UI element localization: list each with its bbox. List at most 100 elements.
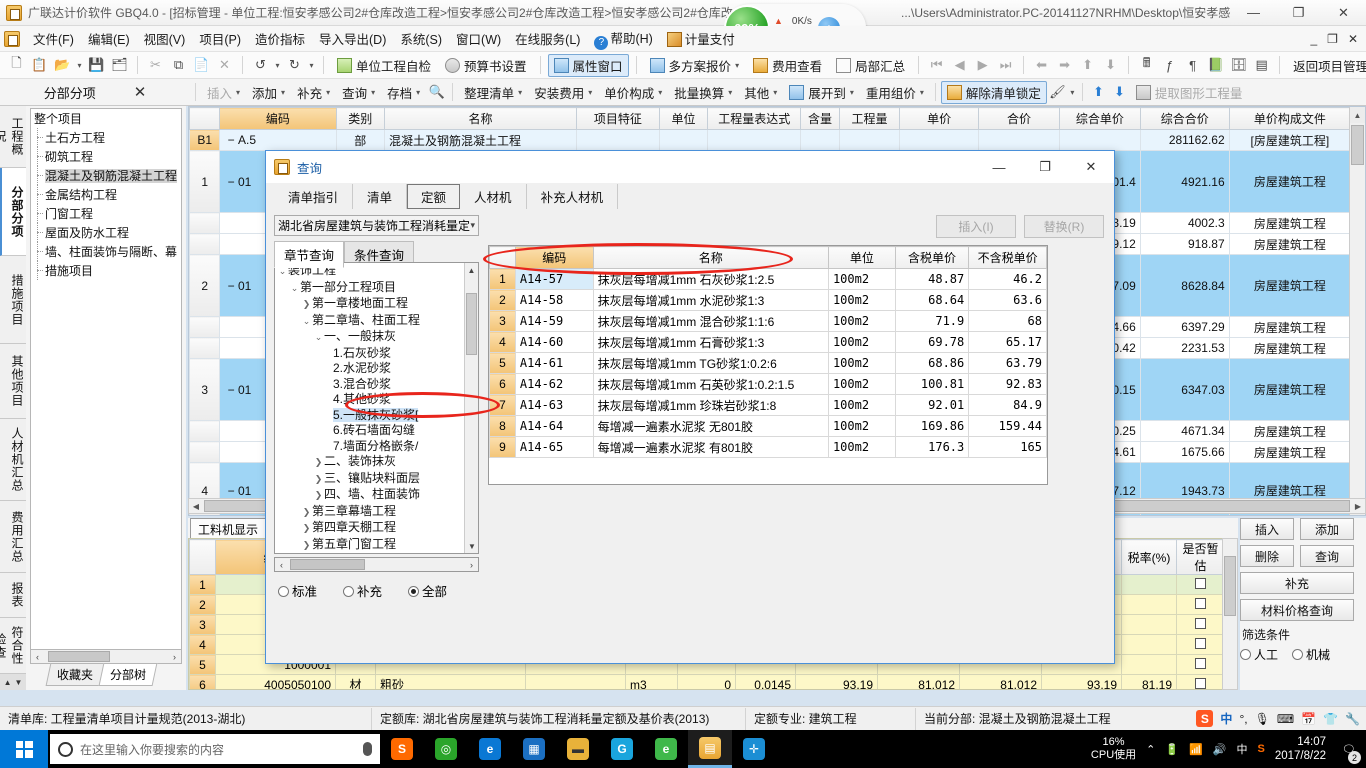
lcell-rate[interactable]	[1121, 634, 1177, 655]
new-project-icon[interactable]: 📋	[29, 55, 50, 76]
qcell-name[interactable]: 抹灰层每增减1mm 水泥砂浆1:3	[592, 289, 829, 311]
move-down-icon[interactable]: ⬇	[1100, 55, 1121, 76]
qcell-unit[interactable]: 100m2	[827, 268, 896, 290]
expand-to-button[interactable]: 展开到 ▾	[783, 81, 860, 104]
cell-comp-total[interactable]: 281162.62	[1139, 129, 1230, 151]
cell-comp-total[interactable]: 918.87	[1139, 233, 1230, 255]
lcell-p2[interactable]: 81.012	[959, 674, 1042, 689]
taskbar-app-plus[interactable]: ✛	[732, 730, 776, 768]
reuse-pricing-button[interactable]: 重用组价 ▾	[860, 81, 930, 104]
sogou-ime-icon[interactable]: S	[1196, 710, 1214, 727]
qcell-unit[interactable]: 100m2	[827, 352, 896, 374]
dialog-maximize-button[interactable]: ❐	[1022, 152, 1068, 183]
qcol-taxed-price[interactable]: 含税单价	[894, 246, 970, 269]
new-file-icon[interactable]: 🗋	[6, 55, 27, 76]
chevron-right-icon[interactable]: ❯	[301, 505, 312, 521]
radio-labor[interactable]: 人工	[1240, 646, 1278, 663]
material-price-query-button[interactable]: 材料价格查询	[1240, 599, 1354, 621]
chevron-down-icon[interactable]: ⌄	[301, 314, 312, 330]
tree-vscroll-thumb[interactable]	[466, 293, 477, 355]
qcell-name[interactable]: 抹灰层每增减1mm 石灰砂浆1:2.5	[592, 268, 829, 290]
menu-edit[interactable]: 编辑(E)	[81, 26, 137, 51]
qcell-name[interactable]: 每增减一遍素水泥浆 有801胶	[592, 436, 829, 458]
fill-color-caret[interactable]: ▾	[1068, 82, 1077, 103]
qcell-untaxed[interactable]: 63.79	[968, 352, 1047, 374]
insert-button[interactable]: 插入 ▾	[201, 81, 246, 104]
section-tree[interactable]: 整个项目 土石方工程 砌筑工程 混凝土及钢筋混凝土工程 金属结构工程 门窗工程 …	[30, 108, 182, 663]
vscroll-thumb[interactable]	[1351, 125, 1364, 165]
qtree-mixed-mortar[interactable]: 3.混合砂浆	[275, 377, 478, 393]
taskbar-app-browser[interactable]: e	[644, 730, 688, 768]
lcell-cat[interactable]: 材	[335, 674, 376, 689]
replace-button-dialog[interactable]: 替换(R)	[1024, 215, 1104, 238]
cell-file[interactable]: 房屋建筑工程	[1228, 316, 1352, 338]
qcol-rownum[interactable]	[489, 246, 516, 269]
radio-machine[interactable]: 机械	[1292, 646, 1330, 663]
lcell-rate[interactable]	[1121, 654, 1177, 675]
cell-category[interactable]: 部	[335, 129, 385, 151]
supplement-button-right[interactable]: 补充	[1240, 572, 1354, 594]
qcell-code[interactable]: A14-64	[514, 415, 594, 437]
scroll-up-icon[interactable]: ▲	[1350, 107, 1365, 123]
vtab-scroll-up-icon[interactable]: ▲	[4, 678, 12, 687]
open-dropdown-caret[interactable]: ▾	[75, 55, 84, 76]
lcell-name[interactable]: 粗砂	[375, 674, 526, 689]
scroll-right-icon[interactable]: ›	[168, 652, 181, 662]
chevron-right-icon[interactable]: ❯	[301, 521, 312, 537]
cell-name[interactable]: 混凝土及钢筋混凝土工程	[384, 129, 577, 151]
save-as-icon[interactable]: 🗂	[109, 55, 130, 76]
chevron-down-icon[interactable]: ⌄	[313, 330, 324, 346]
report-icon[interactable]: 🗄	[1228, 55, 1249, 76]
qcol-untaxed-price[interactable]: 不含税单价	[968, 246, 1047, 269]
book-icon[interactable]: 📗	[1205, 55, 1226, 76]
unit-project-self-check-button[interactable]: 单位工程自检	[331, 54, 437, 77]
extract-graphic-quantity-button[interactable]: 提取图形工程量	[1130, 81, 1249, 104]
supplement-button[interactable]: 补充 ▾	[291, 81, 336, 104]
qcell-taxed[interactable]: 92.01	[894, 394, 970, 416]
menu-measurement-payment[interactable]: 计量支付	[660, 26, 742, 51]
query-dialog[interactable]: 查询 — ❐ ✕ 清单指引 清单 定额 人材机 补充人材机 湖北省房屋建筑与装饰…	[265, 150, 1115, 664]
scroll-left-icon[interactable]: ‹	[31, 652, 44, 662]
radio-supplement[interactable]: 补充	[343, 581, 382, 600]
hscroll-right-icon[interactable]: ▶	[1351, 502, 1365, 511]
qcell-untaxed[interactable]: 165	[968, 436, 1047, 458]
qcell-untaxed[interactable]: 63.6	[968, 289, 1047, 311]
menu-help[interactable]: ? 帮助(H)	[587, 25, 659, 53]
ime-mode-indicator[interactable]: 中	[1220, 710, 1232, 727]
lcell-code[interactable]: 4005050100	[215, 674, 336, 689]
tab-chapter-query[interactable]: 章节查询	[274, 241, 345, 268]
budget-settings-button[interactable]: 预算书设置	[439, 54, 533, 77]
tree-hscroll-thumb[interactable]	[290, 559, 365, 570]
main-grid-vscrollbar[interactable]: ▲ ▼	[1349, 107, 1365, 515]
tree-node-doors-windows[interactable]: 门窗工程	[31, 204, 181, 223]
table-row[interactable]: 8 A14-64 每增减一遍素水泥浆 无801胶 100m2 169.86 15…	[489, 415, 1047, 437]
vtab-scroll-buttons[interactable]: ▲ ▼	[0, 674, 26, 690]
col-content[interactable]: 含量	[800, 107, 840, 130]
microphone-icon[interactable]: 🎙	[1255, 712, 1270, 726]
qcell-taxed[interactable]: 71.9	[894, 310, 970, 332]
taskbar-app-g[interactable]: G	[600, 730, 644, 768]
chevron-right-icon[interactable]: ❯	[313, 472, 324, 488]
qcell-taxed[interactable]: 68.64	[894, 289, 970, 311]
cell-expr[interactable]	[707, 129, 802, 151]
qcell-untaxed[interactable]: 92.83	[968, 373, 1047, 395]
menu-cost-index[interactable]: 造价指标	[248, 26, 312, 51]
sidebar-item-labor-material-summary[interactable]: 人材机汇总	[0, 419, 26, 501]
qcell-unit[interactable]: 100m2	[827, 331, 896, 353]
cell-file[interactable]: 房屋建筑工程	[1228, 420, 1352, 442]
col-name[interactable]: 名称	[384, 107, 577, 130]
battery-icon[interactable]: 🔋	[1165, 743, 1179, 756]
sidebar-item-section-items[interactable]: 分部分项	[0, 168, 26, 256]
copy-icon[interactable]: ⧉	[168, 55, 189, 76]
table-row[interactable]: 7 A14-63 抹灰层每增减1mm 珍珠岩砂浆1:8 100m2 92.01 …	[489, 394, 1047, 416]
menu-import-export[interactable]: 导入导出(D)	[312, 26, 393, 51]
section-tree-hscrollbar[interactable]: ‹ ›	[30, 649, 182, 664]
cell-comp-price[interactable]	[1058, 129, 1141, 151]
multi-plan-quote-button[interactable]: 多方案报价 ▾	[644, 54, 746, 77]
qtree-lime-mortar[interactable]: 1.石灰砂浆	[275, 346, 478, 362]
qcell-untaxed[interactable]: 159.44	[968, 415, 1047, 437]
cell-comp-total[interactable]: 8628.84	[1139, 254, 1230, 317]
quota-tree-hscrollbar[interactable]: ‹ ›	[274, 557, 479, 572]
tree-node-wall-column-decor[interactable]: 墙、柱面装饰与隔断、幕	[31, 242, 181, 261]
qtree-other-mortar[interactable]: 4.其他砂浆	[275, 392, 478, 408]
